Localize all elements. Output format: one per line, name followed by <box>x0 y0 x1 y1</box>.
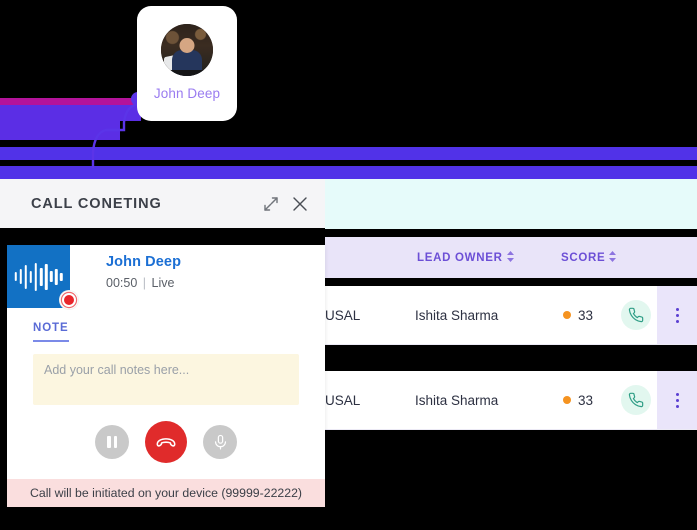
table-row[interactable]: USAL Ishita Sharma 33 <box>325 371 697 430</box>
status-separator: | <box>142 276 147 290</box>
sort-arrows-icon <box>609 251 617 262</box>
phone-icon <box>628 392 644 408</box>
microphone-icon <box>214 434 226 449</box>
call-controls <box>7 405 325 479</box>
caller-status: 00:50 | Live <box>106 276 181 290</box>
avatar <box>161 24 213 76</box>
call-panel-footer-note: Call will be initiated on your device (9… <box>7 479 325 507</box>
avatar-name: John Deep <box>153 86 221 101</box>
call-notes-input[interactable]: Add your call notes here... <box>33 354 299 405</box>
leads-table: LEAD OWNER SCORE USAL Ishita Sharma 33 U… <box>325 179 697 530</box>
score-status-dot <box>563 311 571 319</box>
table-toolbar-band <box>325 179 697 229</box>
score-value: 33 <box>578 392 594 408</box>
active-call-card: John Deep 00:50 | Live NOTE Add your cal… <box>7 245 325 507</box>
call-duration: 00:50 <box>106 276 138 290</box>
call-caller-section: John Deep 00:50 | Live <box>7 245 325 309</box>
cell-lead-owner: Ishita Sharma <box>415 392 499 408</box>
call-notes-placeholder: Add your call notes here... <box>44 363 190 377</box>
row-actions-cell <box>657 371 697 429</box>
cell-lead-owner: Ishita Sharma <box>415 307 499 323</box>
close-icon[interactable] <box>291 195 309 213</box>
connector-line <box>91 102 139 168</box>
cell-stage: USAL <box>325 307 361 323</box>
end-call-button[interactable] <box>145 421 187 463</box>
phone-icon <box>628 307 644 323</box>
sort-icon[interactable] <box>506 251 514 262</box>
column-header-score[interactable]: SCORE <box>561 251 617 264</box>
call-panel-header-actions <box>262 195 309 213</box>
call-button[interactable] <box>621 300 651 330</box>
phone-hangup-icon <box>156 438 176 447</box>
cell-call-action <box>621 371 651 429</box>
kebab-menu-icon[interactable] <box>675 307 679 323</box>
cell-stage: USAL <box>325 392 361 408</box>
caller-name: John Deep <box>106 254 182 270</box>
record-dot-icon <box>60 291 78 309</box>
pause-icon <box>107 436 117 448</box>
score-value: 33 <box>578 307 594 323</box>
pause-call-button[interactable] <box>95 425 129 459</box>
call-connecting-panel: CALL CONETING John Deep 00:50 | Live NOT… <box>0 179 325 507</box>
score-status-dot <box>563 396 571 404</box>
table-header-row: LEAD OWNER SCORE <box>325 237 697 278</box>
call-panel-header: CALL CONETING <box>0 179 325 228</box>
table-row[interactable]: USAL Ishita Sharma 33 <box>325 286 697 345</box>
call-state: Live <box>151 276 175 290</box>
column-header-lead-owner[interactable]: LEAD OWNER <box>417 251 514 264</box>
column-header-score-label: SCORE <box>561 251 606 264</box>
avatar-card[interactable]: John Deep <box>137 6 237 121</box>
column-header-lead-owner-label: LEAD OWNER <box>417 251 503 264</box>
caller-info: John Deep 00:50 | Live <box>70 245 181 290</box>
tab-note[interactable]: NOTE <box>33 322 69 342</box>
cell-score: 33 <box>563 286 593 344</box>
cell-call-action <box>621 286 651 344</box>
sort-arrows-icon <box>506 251 514 262</box>
cell-score: 33 <box>563 371 593 429</box>
row-actions-cell <box>657 286 697 344</box>
mute-microphone-button[interactable] <box>203 425 237 459</box>
call-note-tabs: NOTE <box>7 308 325 342</box>
call-button[interactable] <box>621 385 651 415</box>
audio-waveform-icon <box>7 245 78 309</box>
sort-icon[interactable] <box>609 251 617 262</box>
expand-diagonal-icon[interactable] <box>262 195 280 213</box>
kebab-menu-icon[interactable] <box>675 392 679 408</box>
call-panel-title: CALL CONETING <box>31 195 162 212</box>
